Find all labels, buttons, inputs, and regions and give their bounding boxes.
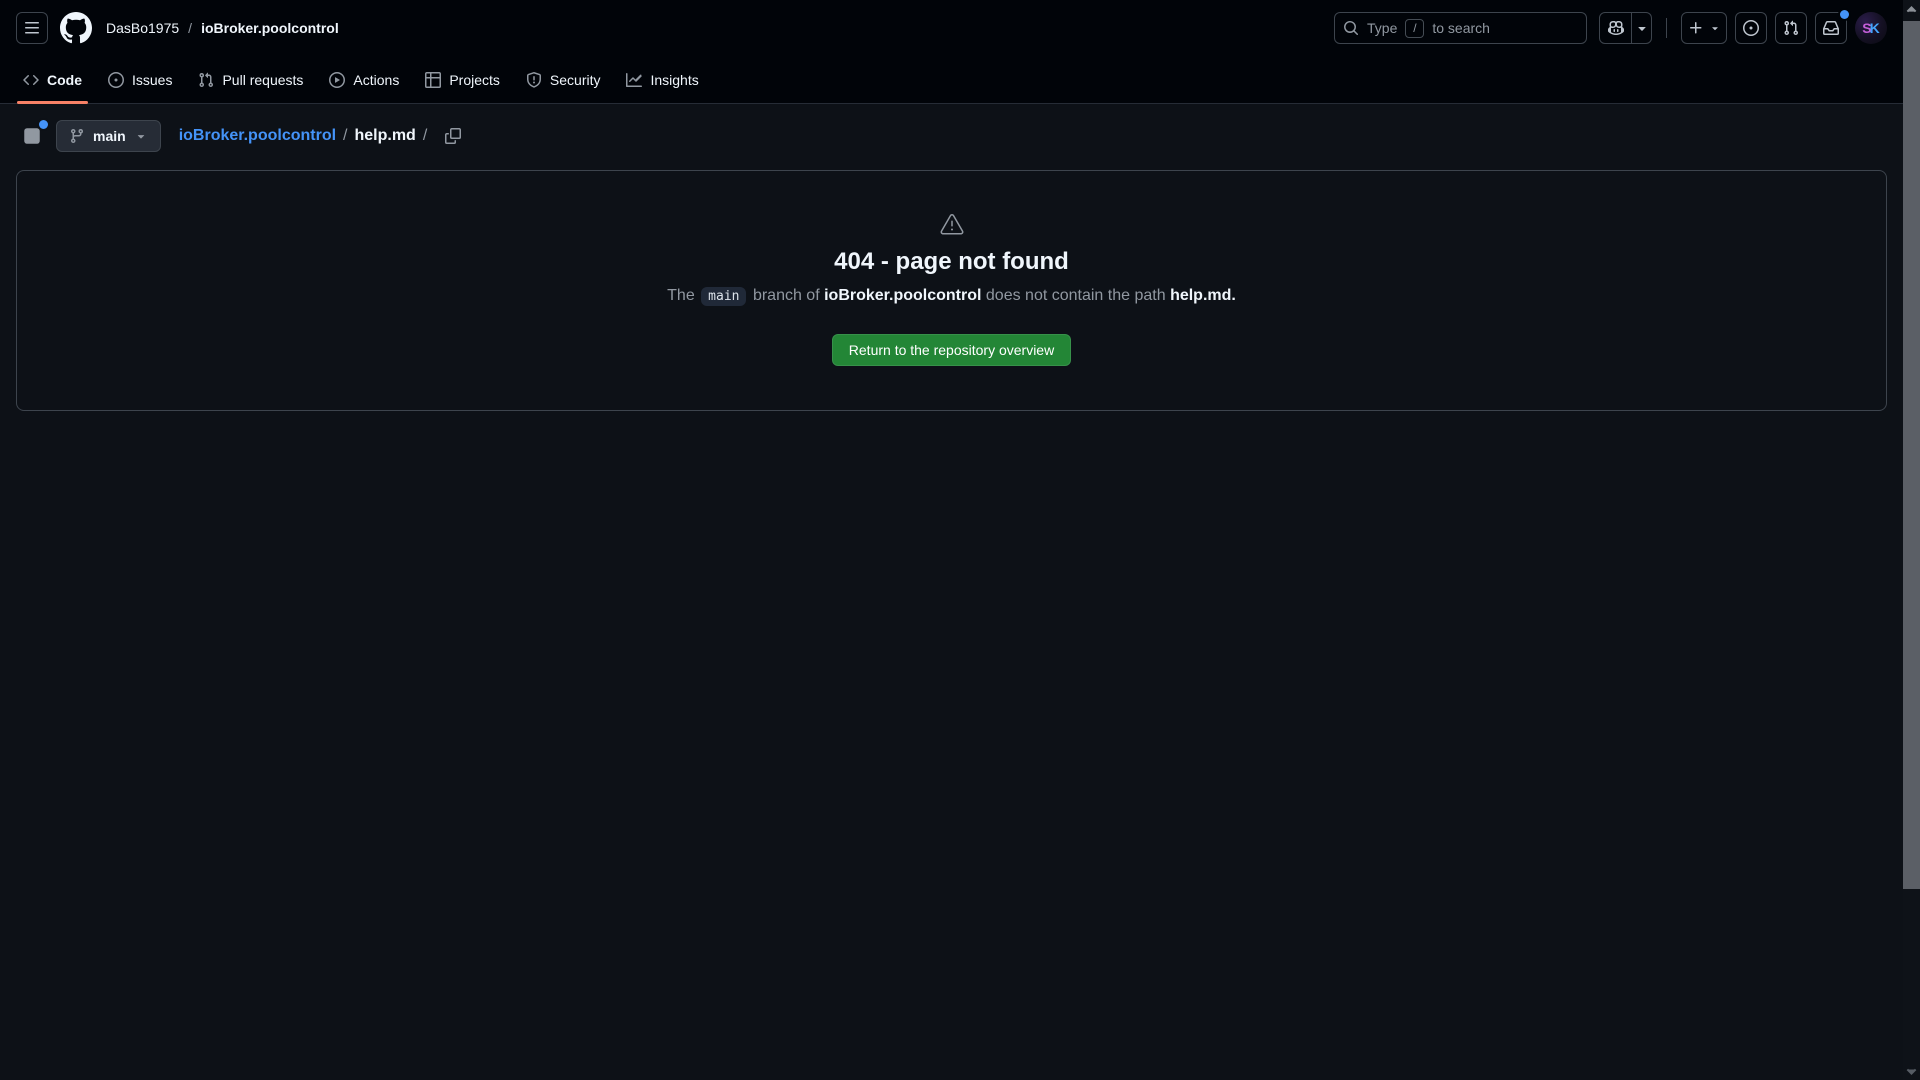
page-body: DasBo1975 / ioBroker.poolcontrol Type / … bbox=[0, 0, 1903, 1080]
not-found-panel: 404 - page not found The main branch of … bbox=[16, 170, 1887, 411]
branch-selector[interactable]: main bbox=[56, 120, 161, 152]
issue-opened-icon bbox=[108, 72, 124, 88]
copilot-menu-caret[interactable] bbox=[1631, 13, 1651, 43]
notification-dot bbox=[1840, 10, 1849, 19]
three-bars-icon bbox=[24, 20, 40, 36]
branch-name: main bbox=[93, 128, 126, 144]
tab-pull-requests[interactable]: Pull requests bbox=[190, 56, 311, 103]
graph-icon bbox=[626, 72, 642, 88]
tree-toggle-dot bbox=[39, 120, 48, 129]
search-placeholder-prefix: Type bbox=[1367, 20, 1397, 36]
github-logo[interactable] bbox=[60, 12, 92, 44]
description-path: help.md. bbox=[1170, 287, 1236, 304]
header-divider bbox=[1666, 18, 1667, 38]
search-icon bbox=[1343, 20, 1359, 36]
context-owner-link[interactable]: DasBo1975 bbox=[106, 20, 179, 36]
avatar[interactable]: S K bbox=[1855, 12, 1887, 44]
scroll-up-icon bbox=[1906, 4, 1917, 15]
not-found-title: 404 - page not found bbox=[834, 247, 1069, 277]
context-separator: / bbox=[188, 20, 192, 36]
tab-insights[interactable]: Insights bbox=[618, 56, 706, 103]
branch-badge: main bbox=[701, 287, 746, 306]
copilot-split-button bbox=[1599, 12, 1652, 44]
git-branch-icon bbox=[69, 128, 85, 144]
issues-button[interactable] bbox=[1735, 12, 1767, 44]
copilot-icon bbox=[1608, 20, 1624, 36]
page-scrollbar[interactable] bbox=[1903, 0, 1920, 1080]
tab-security[interactable]: Security bbox=[518, 56, 609, 103]
description-prefix: The bbox=[667, 287, 695, 304]
plus-icon bbox=[1688, 20, 1704, 36]
repo-nav: Code Issues Pull requests Actions Projec… bbox=[0, 56, 1903, 104]
search-placeholder-suffix: to search bbox=[1432, 20, 1490, 36]
file-toolbar: main ioBroker.poolcontrol / help.md / bbox=[16, 120, 1887, 152]
tab-issues-label: Issues bbox=[132, 72, 172, 88]
breadcrumb-trailing-separator: / bbox=[423, 127, 427, 145]
copy-icon bbox=[445, 128, 461, 144]
play-icon bbox=[329, 72, 345, 88]
breadcrumb-repo-link[interactable]: ioBroker.poolcontrol bbox=[179, 127, 336, 145]
branch-caret-icon bbox=[134, 129, 148, 143]
tab-actions[interactable]: Actions bbox=[321, 56, 407, 103]
pull-requests-button[interactable] bbox=[1775, 12, 1807, 44]
tab-actions-label: Actions bbox=[353, 72, 399, 88]
tab-code-label: Code bbox=[47, 72, 82, 88]
issue-opened-icon bbox=[1743, 20, 1759, 36]
scrollbar-down-button[interactable] bbox=[1903, 1062, 1920, 1080]
breadcrumb: ioBroker.poolcontrol / help.md / bbox=[179, 127, 428, 145]
alert-icon bbox=[940, 212, 964, 236]
slash-key-hint: / bbox=[1405, 19, 1424, 38]
return-button[interactable]: Return to the repository overview bbox=[832, 334, 1071, 366]
tab-pull-requests-label: Pull requests bbox=[222, 72, 303, 88]
tab-projects[interactable]: Projects bbox=[417, 56, 508, 103]
tab-issues[interactable]: Issues bbox=[100, 56, 180, 103]
tab-projects-label: Projects bbox=[449, 72, 500, 88]
scrollbar-up-button[interactable] bbox=[1903, 0, 1920, 18]
create-new-button[interactable] bbox=[1681, 12, 1727, 44]
main-content: main ioBroker.poolcontrol / help.md / bbox=[0, 104, 1903, 427]
global-search[interactable]: Type / to search bbox=[1334, 12, 1587, 44]
tab-security-label: Security bbox=[550, 72, 601, 88]
not-found-description: The main branch of ioBroker.poolcontrol … bbox=[667, 284, 1236, 309]
header-actions: Type / to search bbox=[1334, 12, 1887, 44]
shield-icon bbox=[526, 72, 542, 88]
breadcrumb-path: help.md bbox=[354, 127, 415, 145]
app-header: DasBo1975 / ioBroker.poolcontrol Type / … bbox=[0, 0, 1903, 56]
notifications-button[interactable] bbox=[1815, 12, 1847, 44]
chevron-down-icon bbox=[1709, 22, 1721, 34]
git-pull-request-icon bbox=[1783, 20, 1799, 36]
inbox-icon bbox=[1823, 20, 1839, 36]
table-icon bbox=[425, 72, 441, 88]
context-breadcrumb: DasBo1975 / ioBroker.poolcontrol bbox=[106, 20, 339, 36]
code-icon bbox=[23, 72, 39, 88]
description-repo: ioBroker.poolcontrol bbox=[824, 287, 981, 304]
description-middle: branch of bbox=[753, 287, 820, 304]
hamburger-button[interactable] bbox=[16, 12, 48, 44]
description-tail: does not contain the path bbox=[986, 287, 1166, 304]
copilot-button[interactable] bbox=[1600, 13, 1631, 43]
git-pull-request-icon bbox=[198, 72, 214, 88]
scrollbar-thumb[interactable] bbox=[1903, 21, 1920, 889]
chevron-down-icon bbox=[1634, 20, 1650, 36]
github-mark-icon bbox=[60, 12, 92, 44]
avatar-letter-2: K bbox=[1870, 20, 1880, 36]
scroll-down-icon bbox=[1906, 1066, 1917, 1077]
tab-insights-label: Insights bbox=[650, 72, 698, 88]
breadcrumb-separator: / bbox=[343, 127, 347, 145]
file-tree-toggle[interactable] bbox=[16, 120, 48, 152]
github-page: DasBo1975 / ioBroker.poolcontrol Type / … bbox=[0, 0, 1920, 1080]
context-repo-link[interactable]: ioBroker.poolcontrol bbox=[201, 20, 339, 36]
tab-code[interactable]: Code bbox=[15, 56, 90, 103]
sidebar-expand-icon bbox=[24, 128, 40, 144]
copy-path-button[interactable] bbox=[439, 122, 467, 150]
